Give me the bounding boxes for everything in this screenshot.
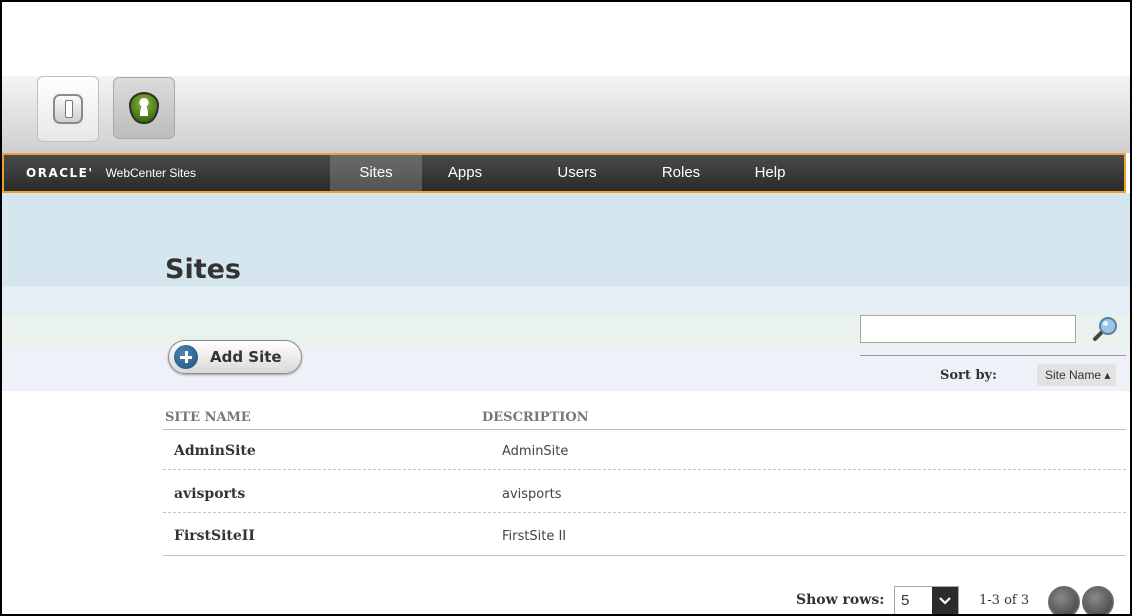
- site-name-link[interactable]: AdminSite: [174, 443, 256, 459]
- main-nav: ORACLE' WebCenter Sites Sites Apps Users…: [2, 153, 1126, 193]
- site-description: AdminSite: [502, 444, 569, 459]
- search-icon[interactable]: [1090, 314, 1120, 344]
- previous-page-button[interactable]: [1048, 586, 1080, 614]
- nav-item-users[interactable]: Users: [544, 155, 610, 191]
- show-rows-label: Show rows:: [796, 592, 885, 608]
- product-name: WebCenter Sites: [105, 166, 197, 180]
- row-divider: [163, 512, 1126, 513]
- site-name-link[interactable]: FirstSiteII: [174, 528, 255, 544]
- add-site-label: Add Site: [210, 348, 282, 366]
- app-button-admin[interactable]: [37, 76, 99, 142]
- site-description: FirstSite II: [502, 529, 567, 544]
- column-header-site-name[interactable]: SITE NAME: [165, 410, 251, 425]
- plus-icon: [174, 345, 198, 369]
- content-band: [2, 286, 1130, 315]
- add-site-button[interactable]: Add Site: [168, 340, 302, 374]
- sort-label: Sort by:: [940, 368, 997, 383]
- pagination-range: 1-3 of 3: [979, 593, 1030, 608]
- app-window: ORACLE' WebCenter Sites Sites Apps Users…: [0, 0, 1132, 616]
- rows-per-page-value: 5: [901, 592, 910, 609]
- column-header-description: DESCRIPTION: [482, 410, 589, 425]
- divider: [860, 355, 1126, 356]
- row-divider: [163, 469, 1126, 470]
- shield-user-icon: [129, 92, 159, 124]
- rows-per-page-select[interactable]: 5: [894, 586, 959, 614]
- oracle-logo: ORACLE': [26, 166, 94, 180]
- site-description: avisports: [502, 487, 562, 502]
- app-button-security[interactable]: [113, 77, 175, 139]
- brand: ORACLE' WebCenter Sites: [26, 166, 196, 180]
- slot-icon: [53, 94, 83, 124]
- chevron-down-icon[interactable]: [932, 587, 958, 614]
- nav-item-help[interactable]: Help: [742, 155, 798, 191]
- next-page-button[interactable]: [1082, 586, 1114, 614]
- nav-item-roles[interactable]: Roles: [648, 155, 714, 191]
- page-title: Sites: [165, 254, 241, 285]
- table-bottom-rule: [163, 555, 1126, 556]
- sort-select[interactable]: Site Name ▴: [1037, 364, 1117, 386]
- nav-item-sites[interactable]: Sites: [330, 155, 422, 191]
- search-input[interactable]: [860, 315, 1076, 343]
- nav-item-apps[interactable]: Apps: [432, 155, 498, 191]
- site-name-link[interactable]: avisports: [174, 486, 245, 502]
- divider: [163, 429, 1126, 430]
